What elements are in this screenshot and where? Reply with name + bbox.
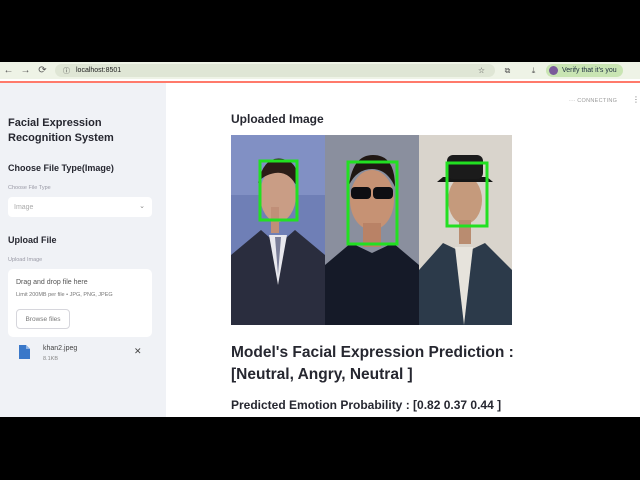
- address-bar[interactable]: ⓘ localhost:8501: [55, 64, 495, 77]
- file-type-value: Image: [14, 203, 34, 211]
- remove-file-icon[interactable]: ✕: [134, 346, 142, 357]
- browser-toolbar: ← → ⟳ ⓘ localhost:8501 ☆ ⧉ ⤓ Verify that…: [0, 62, 640, 79]
- extensions-icon[interactable]: ⧉: [501, 64, 514, 77]
- url-text: localhost:8501: [76, 67, 122, 74]
- forward-icon[interactable]: →: [17, 62, 34, 79]
- bookmark-star-icon[interactable]: ☆: [475, 64, 488, 77]
- site-info-icon[interactable]: ⓘ: [63, 66, 70, 76]
- file-icon: [19, 345, 30, 359]
- chevron-down-icon: ⌄: [139, 203, 145, 210]
- upload-heading: Upload File: [8, 235, 57, 245]
- sidebar: Facial Expression Recognition System Cho…: [0, 83, 166, 417]
- profile-verify-button[interactable]: Verify that it's you: [546, 64, 623, 77]
- file-type-heading: Choose File Type(Image): [8, 163, 114, 173]
- browser-window: ← → ⟳ ⓘ localhost:8501 ☆ ⧉ ⤓ Verify that…: [0, 62, 640, 417]
- status-text: CONNECTING: [577, 98, 618, 104]
- dropzone-limit: Limit 200MB per file • JPG, PNG, JPEG: [16, 292, 113, 298]
- upload-label: Upload Image: [8, 257, 43, 263]
- profile-avatar: [549, 66, 558, 75]
- app-title: Facial Expression Recognition System: [8, 117, 114, 144]
- dropzone-text: Drag and drop file here: [16, 279, 88, 286]
- uploaded-image: [231, 135, 512, 325]
- file-dropzone[interactable]: Drag and drop file here Limit 200MB per …: [8, 269, 152, 337]
- verify-label: Verify that it's you: [562, 67, 617, 74]
- reload-icon[interactable]: ⟳: [34, 62, 51, 79]
- browse-files-button[interactable]: Browse files: [16, 309, 70, 329]
- download-icon[interactable]: ⤓: [527, 64, 540, 77]
- main-menu-icon[interactable]: ⋮: [632, 95, 640, 104]
- status-dots-icon: ···: [569, 98, 576, 104]
- probability-heading: Predicted Emotion Probability : [0.82 0.…: [231, 398, 502, 412]
- file-type-label: Choose File Type: [8, 185, 51, 191]
- uploaded-file-name: khan2.jpeg: [43, 345, 78, 352]
- uploaded-image-heading: Uploaded Image: [231, 112, 324, 126]
- uploaded-file-size: 8.1KB: [43, 356, 58, 362]
- uploaded-file-item: khan2.jpeg 8.1KB ✕: [18, 343, 148, 367]
- prediction-heading: Model's Facial Expression Prediction : […: [231, 344, 514, 383]
- file-type-select[interactable]: Image ⌄: [8, 197, 152, 217]
- back-icon[interactable]: ←: [0, 62, 17, 79]
- connection-status: ··· CONNECTING: [569, 98, 617, 104]
